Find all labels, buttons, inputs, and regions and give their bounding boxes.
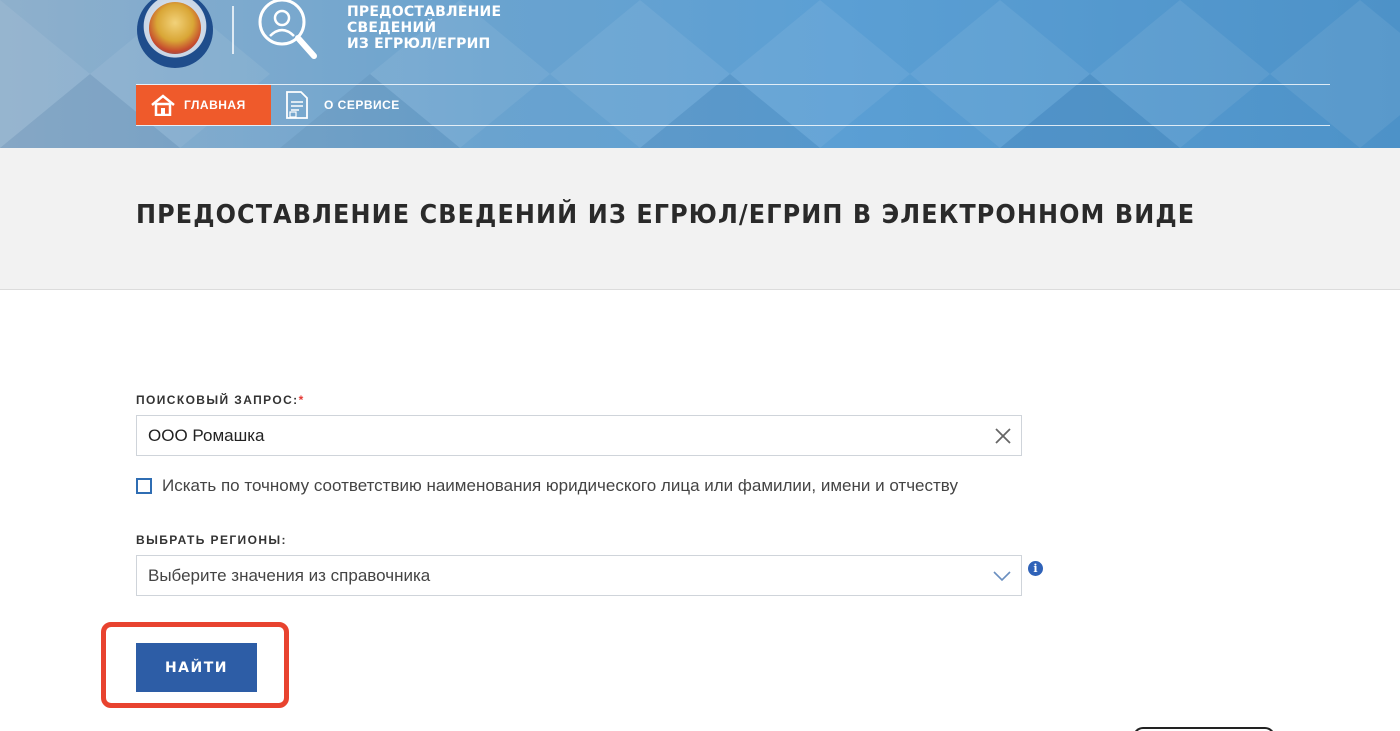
logo-text-line-3: ИЗ ЕГРЮЛ/ЕГРИП: [347, 36, 491, 52]
regions-select[interactable]: Выберите значения из справочника: [136, 555, 1022, 596]
logo-text-line-2: СВЕДЕНИЙ: [347, 20, 437, 36]
exact-match-checkbox[interactable]: [136, 478, 152, 494]
logo-text-line-1: ПРЕДОСТАВЛЕНИЕ: [347, 4, 502, 20]
search-query-label: ПОИСКОВЫЙ ЗАПРОС:*: [136, 393, 305, 407]
service-logo-icon[interactable]: [254, 0, 320, 62]
bottom-edge-element: [1133, 727, 1275, 731]
page-title: ПРЕДОСТАВЛЕНИЕ СВЕДЕНИЙ ИЗ ЕГРЮЛ/ЕГРИП В…: [136, 200, 1196, 230]
required-mark: *: [298, 393, 305, 407]
clear-icon[interactable]: [993, 426, 1013, 446]
search-input-value: ООО Ромашка: [148, 425, 265, 445]
site-header: ПРЕДОСТАВЛЕНИЕ СВЕДЕНИЙ ИЗ ЕГРЮЛ/ЕГРИП Г…: [0, 0, 1400, 148]
logo-divider: [232, 6, 234, 54]
home-icon: [151, 94, 175, 116]
chevron-down-icon[interactable]: [993, 570, 1011, 582]
nav-item-about[interactable]: О СЕРВИСЕ: [284, 85, 400, 125]
nav-item-about-label: О СЕРВИСЕ: [324, 98, 400, 112]
regions-label: ВЫБРАТЬ РЕГИОНЫ:: [136, 533, 287, 547]
search-input[interactable]: ООО Ромашка: [136, 415, 1022, 456]
nav-divider-bottom: [136, 125, 1330, 126]
regions-select-placeholder: Выберите значения из справочника: [148, 565, 431, 585]
nav-item-home[interactable]: ГЛАВНАЯ: [136, 85, 271, 125]
info-icon[interactable]: i: [1028, 561, 1043, 576]
exact-match-option[interactable]: Искать по точному соответствию наименова…: [136, 476, 958, 496]
title-band: ПРЕДОСТАВЛЕНИЕ СВЕДЕНИЙ ИЗ ЕГРЮЛ/ЕГРИП В…: [0, 148, 1400, 290]
service-logo-text[interactable]: ПРЕДОСТАВЛЕНИЕ СВЕДЕНИЙ ИЗ ЕГРЮЛ/ЕГРИП: [347, 4, 501, 52]
nav-item-home-label: ГЛАВНАЯ: [184, 98, 246, 112]
find-button-highlight: [101, 622, 289, 708]
search-query-label-text: ПОИСКОВЫЙ ЗАПРОС:: [136, 393, 299, 407]
document-icon: [286, 91, 308, 119]
exact-match-label[interactable]: Искать по точному соответствию наименова…: [162, 476, 958, 496]
regions-label-text: ВЫБРАТЬ РЕГИОНЫ:: [136, 533, 287, 547]
